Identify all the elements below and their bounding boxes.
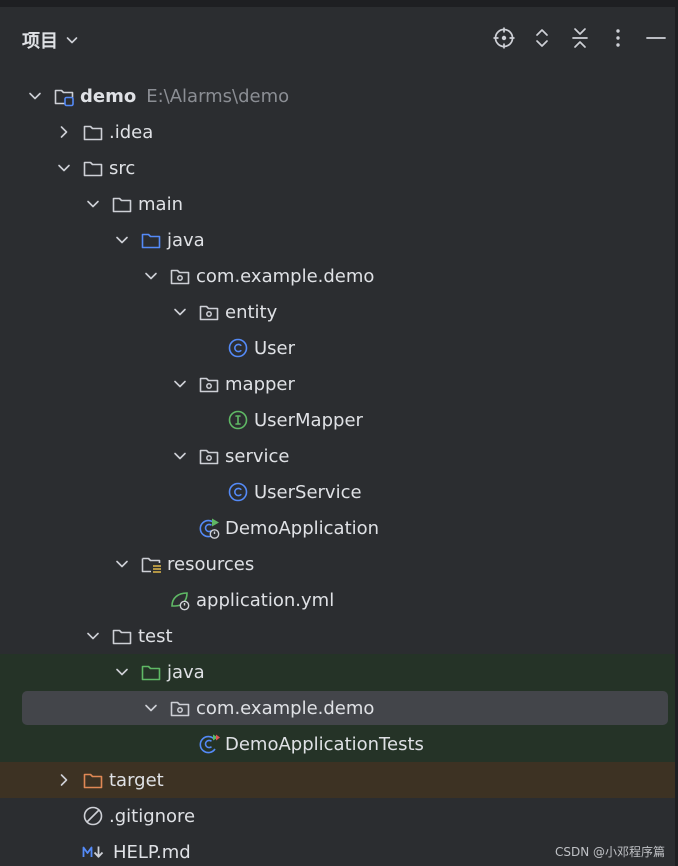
excluded-folder-icon [82,769,104,791]
tree-item-label: application.yml [196,589,335,611]
tree-item-label: entity [225,301,278,323]
tool-window-title: 项目 [22,31,58,52]
test-class-icon [198,733,220,755]
hide-icon[interactable] [643,25,669,51]
tree-row[interactable]: service [0,438,675,474]
project-tree: demo E:\Alarms\demo .idea src main java com.ex… [0,78,675,866]
tree-row[interactable]: com.example.demo [0,258,675,294]
tree-item-label: .idea [109,121,154,143]
tree-row[interactable]: mapper [0,366,675,402]
tree-item-label: UserService [254,481,362,503]
chevron-down-icon[interactable] [114,556,130,572]
tree-row[interactable]: DemoApplicationTests [0,726,675,762]
tree-row[interactable]: com.example.demo [0,690,675,726]
tree-row[interactable]: DemoApplication [0,510,675,546]
spring-config-icon [169,589,191,611]
more-options-icon[interactable] [605,25,631,51]
tree-item-label: resources [167,553,255,575]
watermark: CSDN @小邓程序篇 [554,845,665,859]
expand-all-icon[interactable] [529,25,555,51]
tree-item-label: main [138,193,183,215]
tool-window-header: 项目 [0,7,675,73]
project-tool-window: 项目 demo E:\Alarms\demo .idea src main java com… [0,0,678,866]
test-folder-icon [140,661,162,683]
tree-row[interactable]: entity [0,294,675,330]
tree-row[interactable]: UserMapper [0,402,675,438]
tree-item-label: UserMapper [254,409,363,431]
chevron-down-icon [64,32,80,48]
class-icon [227,481,249,503]
collapse-all-icon[interactable] [567,25,593,51]
folder-icon [111,193,133,215]
tree-row[interactable]: main [0,186,675,222]
tree-row[interactable]: .idea [0,114,675,150]
tree-item-label: target [109,769,164,791]
tree-row[interactable]: target [0,762,675,798]
tree-row[interactable]: java [0,654,675,690]
chevron-down-icon[interactable] [172,304,188,320]
tree-item-label: demo [80,85,137,107]
package-icon [198,373,220,395]
tree-item-label: java [167,229,205,251]
source-folder-icon [140,229,162,251]
tree-row[interactable]: .gitignore [0,798,675,834]
tree-item-label: com.example.demo [196,265,375,287]
ignore-file-icon [82,805,104,827]
module-folder-icon [53,85,75,107]
module-path: E:\Alarms\demo [146,85,290,107]
chevron-down-icon[interactable] [85,196,101,212]
chevron-down-icon[interactable] [114,232,130,248]
folder-icon [82,157,104,179]
tree-item-label: DemoApplication [225,517,380,539]
chevron-down-icon[interactable] [114,664,130,680]
folder-icon [111,625,133,647]
markdown-icon [82,841,108,863]
locate-icon[interactable] [491,25,517,51]
interface-icon [227,409,249,431]
tree-row[interactable]: application.yml [0,582,675,618]
chevron-down-icon[interactable] [172,448,188,464]
tree-item-label: java [167,661,205,683]
package-icon [169,697,191,719]
chevron-down-icon[interactable] [143,268,159,284]
tree-row[interactable]: test [0,618,675,654]
tree-item-label: src [109,157,136,179]
tree-item-label: User [254,337,296,359]
chevron-right-icon[interactable] [56,772,72,788]
tree-row[interactable]: UserService [0,474,675,510]
project-view-selector[interactable]: 项目 [22,27,80,53]
tree-row[interactable]: resources [0,546,675,582]
tree-item-label: service [225,445,290,467]
package-icon [169,265,191,287]
tree-item-label: DemoApplicationTests [225,733,424,755]
package-icon [198,445,220,467]
tree-row[interactable]: src [0,150,675,186]
chevron-down-icon[interactable] [27,88,43,104]
spring-boot-app-icon [198,517,220,539]
tree-item-label: com.example.demo [196,697,375,719]
class-icon [227,337,249,359]
tree-item-label: HELP.md [113,841,191,863]
folder-icon [82,121,104,143]
resources-folder-icon [140,553,162,575]
tree-item-label: mapper [225,373,295,395]
tree-row[interactable]: java [0,222,675,258]
tree-item-label: test [138,625,173,647]
chevron-down-icon[interactable] [143,700,159,716]
tree-item-label: .gitignore [109,805,196,827]
chevron-down-icon[interactable] [172,376,188,392]
chevron-right-icon[interactable] [56,124,72,140]
tree-row[interactable]: demo E:\Alarms\demo [0,78,675,114]
header-actions [479,25,675,51]
package-icon [198,301,220,323]
chevron-down-icon[interactable] [85,628,101,644]
tree-row[interactable]: User [0,330,675,366]
chevron-down-icon[interactable] [56,160,72,176]
